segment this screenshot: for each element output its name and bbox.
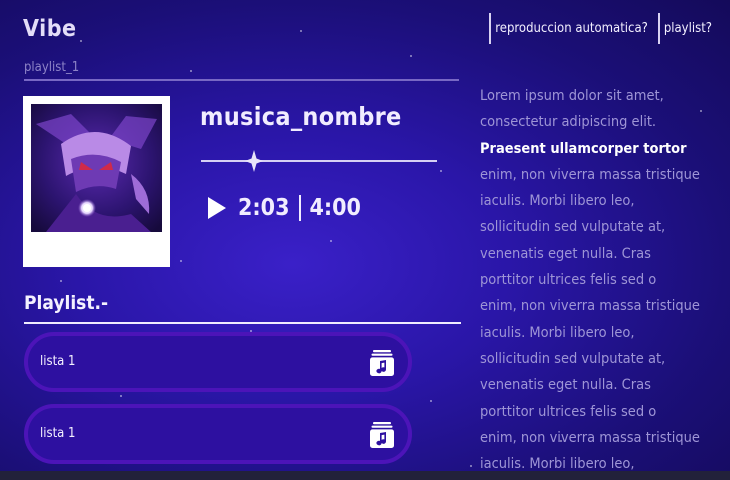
highlighted-text-line: Praesent ullamcorper tortor <box>480 140 687 157</box>
current-playlist-name: playlist_1 <box>24 60 80 75</box>
text-line: porttitor ultrices felis sed o <box>480 272 657 289</box>
text-line: enim, non viverra massa tristique <box>480 429 700 446</box>
text-line: iaculis. Morbi libero leo, <box>480 324 635 341</box>
bottom-bar <box>0 471 730 480</box>
text-line: consectetur adipiscing elit. <box>480 114 657 131</box>
time-separator <box>299 195 302 221</box>
playback-controls: 2:03 4:00 <box>206 195 361 221</box>
album-cover-frame <box>23 96 170 267</box>
header-nav: reproduccion automatica? playlist? <box>489 13 712 44</box>
progress-slider[interactable] <box>201 150 437 172</box>
play-icon[interactable] <box>206 195 228 221</box>
current-time: 2:03 <box>238 195 290 221</box>
text-line: porttitor ultrices felis sed o <box>480 403 657 420</box>
progress-track <box>201 160 437 162</box>
playlist-item[interactable]: lista 1 <box>24 404 412 464</box>
text-line: enim, non viverra massa tristique <box>480 298 700 315</box>
app-title: Vibe <box>23 16 77 42</box>
progress-knob-icon[interactable] <box>245 150 263 172</box>
text-line: sollicitudin sed vulputate at, <box>480 350 666 367</box>
music-library-icon <box>370 422 394 448</box>
divider <box>24 322 461 324</box>
music-library-icon <box>370 350 394 376</box>
text-line: iaculis. Morbi libero leo, <box>480 193 635 210</box>
text-line: enim, non viverra massa tristique <box>480 166 700 183</box>
playlist-item-label: lista 1 <box>40 354 76 369</box>
playlist-link[interactable]: playlist? <box>657 13 712 44</box>
autoplay-link[interactable]: reproduccion automatica? <box>489 13 648 44</box>
text-line: venenatis eget nulla. Cras <box>480 377 651 394</box>
description-text: Lorem ipsum dolor sit amet, consectetur … <box>480 83 718 477</box>
text-line: sollicitudin sed vulputate at, <box>480 219 666 236</box>
playlist-heading: Playlist.- <box>24 292 109 314</box>
album-art <box>31 104 162 232</box>
total-time: 4:00 <box>309 195 361 221</box>
playlist-item-label: lista 1 <box>40 426 76 441</box>
text-line: Lorem ipsum dolor sit amet, <box>480 88 664 104</box>
song-title: musica_nombre <box>200 102 402 131</box>
text-line: venenatis eget nulla. Cras <box>480 245 651 262</box>
divider <box>24 79 459 81</box>
playlist-item[interactable]: lista 1 <box>24 332 412 392</box>
